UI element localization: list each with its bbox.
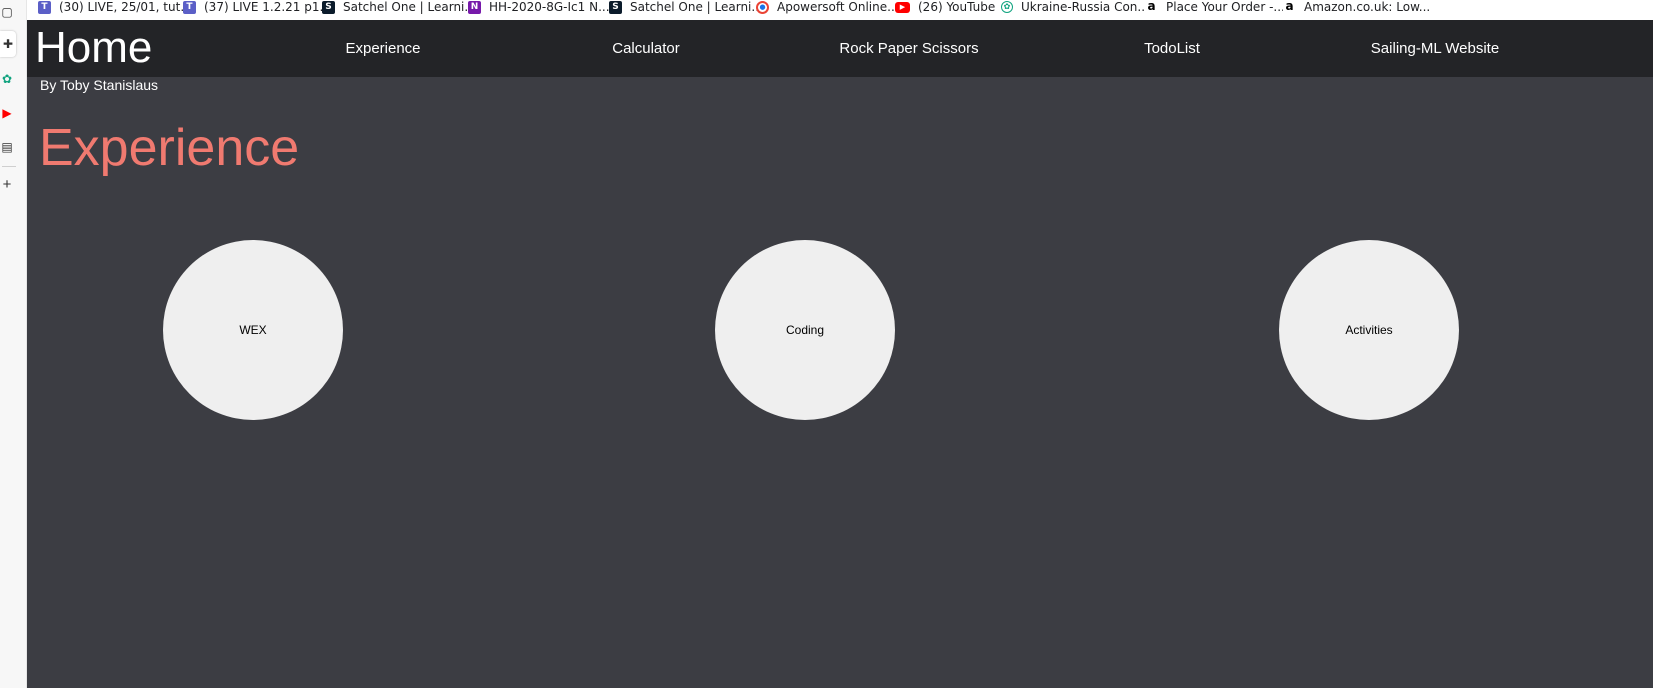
nav-link-experience[interactable]: Experience [345,40,420,58]
bookmark-label: Place Your Order -... [1166,0,1285,14]
bookmark-item[interactable]: ▶ (26) YouTube [895,0,995,14]
teams-icon: T [183,0,196,14]
satchel-icon: S [322,0,335,14]
chatgpt-icon[interactable]: ✿ [0,71,14,87]
chatgpt-icon: ✿ [1001,1,1013,13]
bookmark-item[interactable]: T (30) LIVE, 25/01, tut... [38,0,192,14]
bookmark-label: Ukraine-Russia Con... [1021,0,1149,14]
add-icon[interactable]: + [0,177,14,193]
bookmark-label: Satchel One | Learni... [630,0,763,14]
youtube-icon[interactable]: ▶ [0,105,14,121]
amazon-icon: a [1145,0,1158,14]
bookmark-label: HH-2020-8G-Ic1 N... [489,0,610,14]
bookmarks-bar: T (30) LIVE, 25/01, tut... T (37) LIVE 1… [0,0,1653,20]
sidebar-divider [2,166,16,167]
bookmark-label: Amazon.co.uk: Low... [1304,0,1431,14]
nav-link-sailing-ml[interactable]: Sailing-ML Website [1371,40,1499,58]
nav-link-rock-paper-scissors[interactable]: Rock Paper Scissors [839,40,978,58]
nav-link-calculator[interactable]: Calculator [612,40,680,58]
satchel-icon: S [609,0,622,14]
home-link[interactable]: Home [35,23,152,73]
bookmark-item[interactable]: N HH-2020-8G-Ic1 N... [468,0,610,14]
bookmark-label: (37) LIVE 1.2.21 p1... [204,0,331,14]
bookmark-item[interactable]: T (37) LIVE 1.2.21 p1... [183,0,331,14]
bookmark-item[interactable]: ✿ Ukraine-Russia Con... [1001,0,1149,14]
circle-button-coding[interactable]: Coding [715,240,895,420]
circle-button-activities[interactable]: Activities [1279,240,1459,420]
nav-link-todolist[interactable]: TodoList [1144,40,1200,58]
author-byline: By Toby Stanislaus [40,77,159,93]
onenote-icon: N [468,0,481,14]
calendar-icon[interactable]: ▤ [0,139,14,155]
apowersoft-icon: ● [756,0,769,14]
tabs-icon[interactable]: ▢ [0,4,14,20]
bookmark-label: Apowersoft Online... [777,0,899,14]
bookmark-label: Satchel One | Learni... [343,0,476,14]
teams-icon: T [38,0,51,14]
bookmark-label: (30) LIVE, 25/01, tut... [59,0,192,14]
extensions-icon[interactable]: ✚ [0,31,16,57]
bookmark-item[interactable]: a Amazon.co.uk: Low... [1283,0,1430,14]
bookmark-label: (26) YouTube [918,0,996,14]
web-page: Home Experience Calculator Rock Paper Sc… [27,20,1653,688]
bookmark-item[interactable]: ● Apowersoft Online... [756,0,899,14]
bookmark-item[interactable]: S Satchel One | Learni... [609,0,763,14]
site-navbar: Home Experience Calculator Rock Paper Sc… [27,20,1653,77]
circle-button-wex[interactable]: WEX [163,240,343,420]
bookmark-item[interactable]: S Satchel One | Learni... [322,0,476,14]
page-heading: Experience [39,119,300,177]
amazon-icon: a [1283,0,1296,14]
bookmark-item[interactable]: a Place Your Order -... [1145,0,1285,14]
browser-sidebar: ▢ ✚ ✿ ▶ ▤ + [0,0,27,688]
youtube-icon: ▶ [895,1,910,13]
